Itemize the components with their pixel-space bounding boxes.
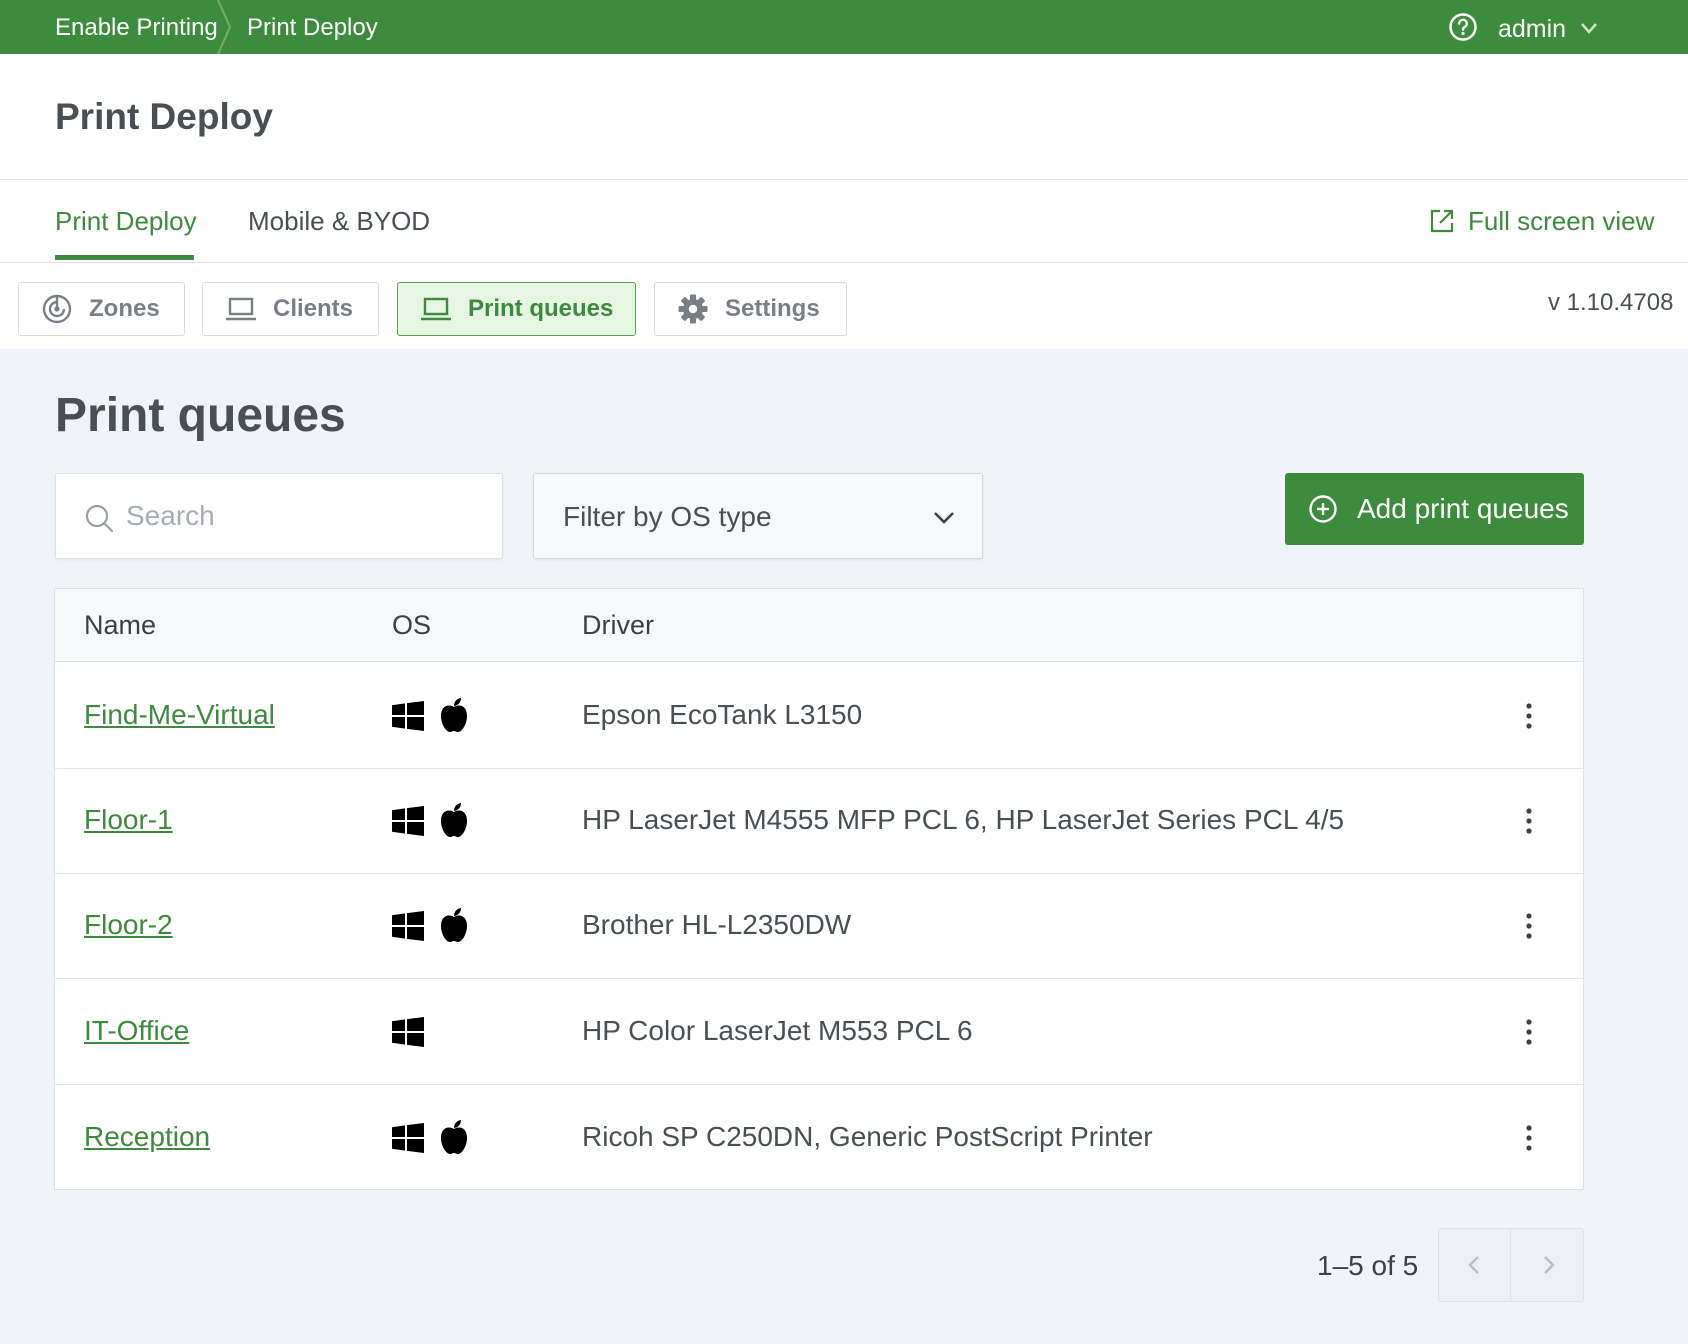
zones-radar-icon (42, 294, 72, 324)
full-screen-view-link[interactable]: Full screen view (1428, 206, 1654, 236)
more-vertical-icon[interactable] (1517, 1017, 1541, 1047)
pagination-summary: 1–5 of 5 (1317, 1250, 1419, 1281)
breadcrumb-enable-printing[interactable]: Enable Printing (55, 14, 218, 42)
queue-name-link[interactable]: Floor-2 (84, 909, 173, 941)
more-vertical-icon[interactable] (1517, 806, 1541, 836)
windows-icon (392, 806, 424, 836)
page-title: Print Deploy (55, 96, 273, 137)
section-title: Print queues (55, 389, 346, 442)
more-vertical-icon[interactable] (1517, 911, 1541, 941)
queue-driver: Ricoh SP C250DN, Generic PostScript Prin… (582, 1121, 1153, 1152)
top-bar: Enable Printing Print Deploy admin (0, 0, 1688, 54)
print-queues-button[interactable]: Print queues (397, 282, 636, 336)
filter-label: Filter by OS type (563, 501, 772, 532)
breadcrumb-print-deploy[interactable]: Print Deploy (247, 14, 378, 42)
column-header-name[interactable]: Name (84, 610, 156, 641)
more-vertical-icon[interactable] (1517, 701, 1541, 731)
zones-button[interactable]: Zones (18, 282, 185, 336)
gear-icon (678, 294, 708, 324)
search-box[interactable] (55, 473, 503, 559)
print-queues-table: Name OS Driver Find-Me-Virtual Epson Eco… (54, 588, 1584, 1190)
clients-label: Clients (273, 295, 354, 322)
help-circle-icon[interactable] (1448, 12, 1478, 42)
chevron-left-icon (1467, 1256, 1479, 1274)
queue-name-link[interactable]: Find-Me-Virtual (84, 699, 275, 731)
chevron-down-icon[interactable] (1579, 20, 1599, 36)
table-row: IT-Office HP Color LaserJet M553 PCL 6 (55, 979, 1583, 1085)
queue-name-link[interactable]: Floor-1 (84, 804, 173, 836)
table-row: Floor-1 HP LaserJet M4555 MFP PCL 6, HP … (55, 768, 1583, 874)
previous-page-button[interactable] (1439, 1229, 1511, 1301)
tab-bar: Print Deploy Mobile & BYOD Full screen v… (0, 180, 1688, 263)
windows-icon (392, 1017, 424, 1047)
laptop-icon (226, 297, 256, 321)
laptop-icon (421, 297, 451, 321)
os-type-filter-select[interactable]: Filter by OS type (533, 473, 983, 559)
windows-icon (392, 1123, 424, 1153)
print-queues-label: Print queues (468, 295, 614, 322)
add-print-queues-button[interactable]: Add print queues (1285, 473, 1584, 545)
tab-print-deploy[interactable]: Print Deploy (55, 206, 197, 237)
full-screen-view-label: Full screen view (1468, 205, 1655, 236)
plus-circle-icon (1309, 495, 1337, 523)
user-menu-name[interactable]: admin (1498, 15, 1566, 44)
windows-icon (392, 701, 424, 731)
settings-button[interactable]: Settings (654, 282, 847, 336)
apple-icon (441, 698, 467, 732)
column-header-driver[interactable]: Driver (582, 610, 654, 641)
apple-icon (441, 908, 467, 942)
chevron-down-icon (934, 512, 954, 524)
breadcrumb-separator-icon (217, 0, 232, 54)
queue-name-link[interactable]: Reception (84, 1121, 210, 1153)
queue-driver: HP LaserJet M4555 MFP PCL 6, HP LaserJet… (582, 804, 1345, 835)
page-header: Print Deploy (0, 54, 1688, 180)
settings-label: Settings (725, 295, 820, 322)
tab-mobile-byod[interactable]: Mobile & BYOD (248, 206, 430, 237)
apple-icon (441, 1120, 467, 1154)
search-icon (85, 504, 114, 533)
chevron-right-icon (1544, 1256, 1555, 1274)
external-link-icon (1430, 209, 1454, 233)
queue-name-link[interactable]: IT-Office (84, 1015, 189, 1047)
table-row: Reception Ricoh SP C250DN, Generic PostS… (55, 1085, 1583, 1191)
table-row: Find-Me-Virtual Epson EcoTank L3150 (55, 663, 1583, 769)
table-header: Name OS Driver (55, 589, 1583, 662)
clients-button[interactable]: Clients (202, 282, 379, 336)
table-row: Floor-2 Brother HL-L2350DW (55, 873, 1583, 979)
queue-driver: Epson EcoTank L3150 (582, 699, 863, 730)
windows-icon (392, 911, 424, 941)
queue-driver: Brother HL-L2350DW (582, 909, 852, 940)
pagination-controls (1438, 1228, 1584, 1302)
zones-label: Zones (89, 295, 160, 322)
search-input[interactable] (126, 492, 486, 540)
add-print-queues-label: Add print queues (1357, 493, 1569, 524)
next-page-button[interactable] (1512, 1229, 1584, 1301)
sub-navigation: Zones Clients Print queues Settings v 1.… (0, 263, 1688, 349)
queue-driver: HP Color LaserJet M553 PCL 6 (582, 1015, 973, 1046)
active-tab-indicator (55, 255, 194, 260)
apple-icon (441, 803, 467, 837)
version-label: v 1.10.4708 (1548, 289, 1674, 316)
column-header-os[interactable]: OS (392, 610, 431, 641)
more-vertical-icon[interactable] (1517, 1123, 1541, 1153)
